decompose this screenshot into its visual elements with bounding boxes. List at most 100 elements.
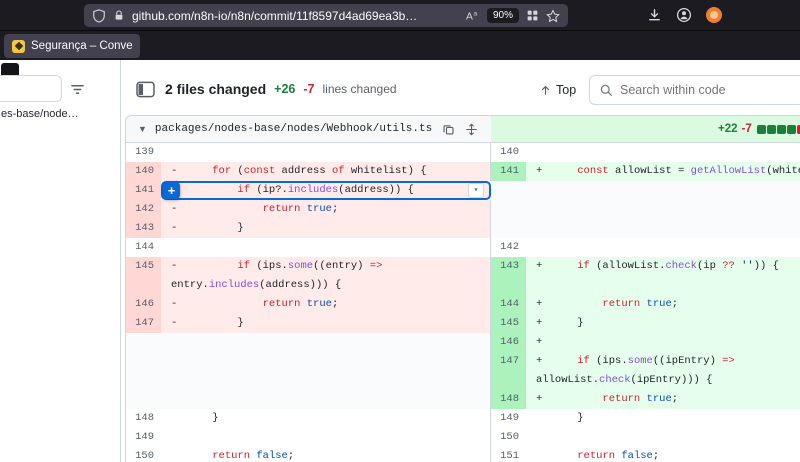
old-code-line: - } bbox=[161, 219, 491, 238]
new-code-line bbox=[526, 143, 800, 162]
new-line-number bbox=[491, 219, 526, 238]
old-code-line bbox=[161, 390, 491, 409]
translate-icon[interactable]: Aa bbox=[465, 8, 480, 23]
new-line-number[interactable]: 145 bbox=[491, 314, 526, 333]
total-additions: +26 bbox=[274, 82, 295, 96]
old-line-number[interactable]: 146 bbox=[126, 295, 161, 314]
shield-icon[interactable] bbox=[92, 9, 106, 23]
old-code-line: - if (ips.some((entry) => entry.includes… bbox=[161, 257, 491, 295]
diff-marker bbox=[536, 238, 552, 257]
diffstat-square bbox=[757, 125, 766, 134]
copy-path-button[interactable] bbox=[442, 123, 455, 136]
diff-marker bbox=[536, 409, 552, 428]
code-text: } bbox=[187, 317, 244, 329]
new-line-number[interactable]: 144 bbox=[491, 295, 526, 314]
old-line-number[interactable]: 141 bbox=[126, 181, 161, 200]
diff-row: 141- if (ip?.includes(address)) {+▾ bbox=[126, 181, 800, 200]
search-icon bbox=[600, 84, 613, 97]
diff-row: 148 } 149 } bbox=[126, 409, 800, 428]
url-bar[interactable]: github.com/n8n-io/n8n/commit/11f8597d4ad… bbox=[84, 4, 568, 27]
old-line-number[interactable]: 149 bbox=[126, 428, 161, 447]
new-line-number[interactable]: 143 bbox=[491, 257, 526, 295]
expand-button[interactable] bbox=[465, 123, 478, 136]
file-filter-input[interactable] bbox=[0, 75, 62, 102]
filter-button[interactable] bbox=[64, 76, 90, 102]
line-menu-caret[interactable]: ▾ bbox=[468, 183, 484, 198]
diff-row: 139 140 bbox=[126, 143, 800, 162]
old-line-number[interactable]: 145 bbox=[126, 257, 161, 295]
old-line-number[interactable]: 142 bbox=[126, 200, 161, 219]
back-to-top-link[interactable]: Top bbox=[540, 83, 576, 97]
old-line-number[interactable]: 143 bbox=[126, 219, 161, 238]
browser-tab[interactable]: Segurança – Conver… bbox=[4, 34, 140, 58]
new-line-number[interactable]: 148 bbox=[491, 390, 526, 409]
extension-icon[interactable] bbox=[706, 7, 722, 23]
diff-marker: - bbox=[171, 200, 187, 219]
new-code-line: + bbox=[526, 333, 800, 352]
account-icon[interactable] bbox=[676, 7, 692, 23]
diff-marker: + bbox=[536, 333, 552, 352]
old-code-line: } bbox=[161, 409, 491, 428]
diff-row: 147 + if (ips.some((ipEntry) => allowList… bbox=[126, 352, 800, 390]
tree-item[interactable]: es-base/node… bbox=[1, 108, 79, 120]
new-code-line bbox=[526, 200, 800, 219]
new-line-number bbox=[491, 200, 526, 219]
grid-icon[interactable] bbox=[526, 9, 539, 22]
diff-marker: + bbox=[536, 352, 552, 371]
zoom-level-badge[interactable]: 90% bbox=[487, 8, 519, 23]
old-code-line: - return true; bbox=[161, 200, 491, 219]
chevron-down-icon[interactable]: ▼ bbox=[138, 124, 147, 134]
svg-text:A: A bbox=[466, 11, 473, 22]
new-line-number[interactable]: 140 bbox=[491, 143, 526, 162]
new-code-line: return false; bbox=[526, 447, 800, 462]
new-line-number[interactable]: 149 bbox=[491, 409, 526, 428]
new-code-line bbox=[526, 428, 800, 447]
code-text: return true; bbox=[187, 298, 338, 310]
old-line-number bbox=[126, 333, 161, 352]
sidebar-toggle-icon bbox=[136, 81, 155, 98]
code-text: if (ips.some((ipEntry) => allowList.chec… bbox=[536, 355, 741, 386]
code-text: } bbox=[187, 412, 219, 424]
diff-marker: + bbox=[536, 295, 552, 314]
add-comment-button[interactable]: + bbox=[163, 182, 180, 199]
code-text: return false; bbox=[552, 450, 659, 462]
total-deletions: -7 bbox=[303, 82, 314, 96]
bookmark-star-icon[interactable] bbox=[546, 9, 560, 23]
new-line-number[interactable]: 151 bbox=[491, 447, 526, 462]
new-line-number[interactable]: 141 bbox=[491, 162, 526, 181]
url-text[interactable]: github.com/n8n-io/n8n/commit/11f8597d4ad… bbox=[132, 9, 458, 23]
code-search-box[interactable] bbox=[589, 75, 800, 105]
diff-marker bbox=[536, 143, 552, 162]
old-code-line bbox=[161, 352, 491, 390]
old-line-number[interactable]: 148 bbox=[126, 409, 161, 428]
download-icon[interactable] bbox=[647, 8, 662, 23]
new-line-number[interactable]: 146 bbox=[491, 333, 526, 352]
code-text: return true; bbox=[552, 393, 678, 405]
diffstat-square bbox=[767, 125, 776, 134]
old-line-number[interactable]: 147 bbox=[126, 314, 161, 333]
diff-marker: - bbox=[171, 257, 187, 276]
sidebar-toggle-button[interactable] bbox=[133, 77, 157, 101]
new-line-number[interactable]: 142 bbox=[491, 238, 526, 257]
new-line-number[interactable]: 147 bbox=[491, 352, 526, 390]
diff-marker bbox=[171, 238, 187, 257]
diff-marker bbox=[536, 428, 552, 447]
old-line-number[interactable]: 144 bbox=[126, 238, 161, 257]
old-line-number[interactable]: 150 bbox=[126, 447, 161, 462]
lock-icon[interactable] bbox=[113, 9, 125, 22]
diff-marker bbox=[171, 447, 187, 462]
old-code-line: - } bbox=[161, 314, 491, 333]
old-line-number[interactable]: 140 bbox=[126, 162, 161, 181]
old-line-number[interactable]: 139 bbox=[126, 143, 161, 162]
old-code-line bbox=[161, 143, 491, 162]
code-text: return false; bbox=[187, 450, 294, 462]
diffstat-squares bbox=[756, 125, 800, 134]
code-text: } bbox=[552, 317, 584, 329]
new-line-number[interactable]: 150 bbox=[491, 428, 526, 447]
code-text: } bbox=[552, 412, 584, 424]
old-code-line bbox=[161, 333, 491, 352]
search-input[interactable] bbox=[620, 83, 800, 97]
diff-marker bbox=[171, 143, 187, 162]
diff-row: 147- }145+ } bbox=[126, 314, 800, 333]
file-path: packages/nodes-base/nodes/Webhook/utils.… bbox=[155, 123, 432, 135]
